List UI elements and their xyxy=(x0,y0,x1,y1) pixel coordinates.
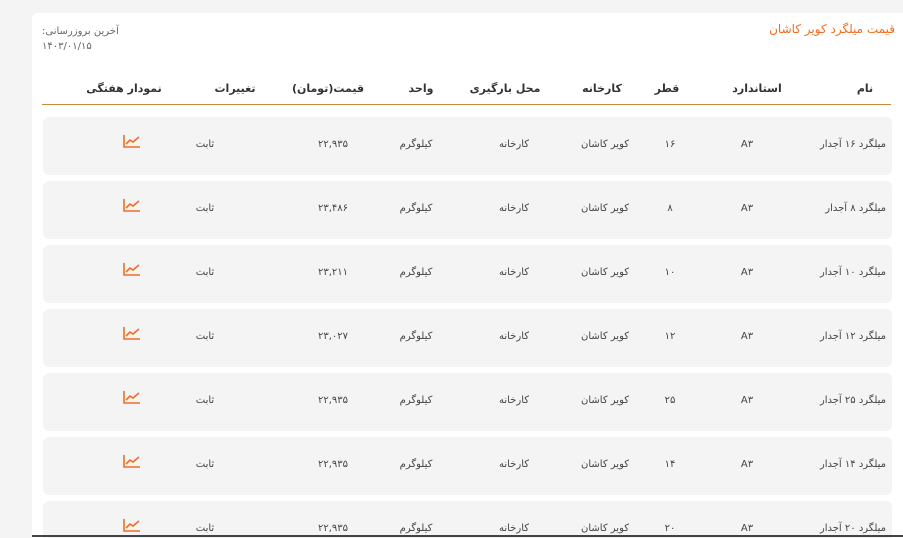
header-loading-place: محل بارگیری xyxy=(469,82,541,95)
page-title: قیمت میلگرد کویر کاشان xyxy=(769,22,895,36)
cell-standard: A۳ xyxy=(740,331,754,342)
cell-price: ۲۲,۹۳۵ xyxy=(317,523,349,534)
cell-change: ثابت xyxy=(195,523,215,534)
cell-loading-place: کارخانه xyxy=(498,523,530,534)
cell-unit: کیلوگرم xyxy=(399,395,433,406)
cell-loading-place: کارخانه xyxy=(498,267,530,278)
last-update-label: آخرین بروزرسانی: xyxy=(42,26,119,37)
cell-price: ۲۳,۰۲۷ xyxy=(317,331,349,342)
cell-change: ثابت xyxy=(195,331,215,342)
cell-name: میلگرد ۱۲ آجدار xyxy=(819,331,886,342)
cell-name: میلگرد ۲۵ آجدار xyxy=(819,395,886,406)
cell-name: میلگرد ۱۰ آجدار xyxy=(819,267,886,278)
cell-factory: کویر کاشان xyxy=(581,395,629,406)
table-row: میلگرد ۱۰ آجدار A۳ ۱۰ کویر کاشان کارخانه کیلو… xyxy=(43,245,892,303)
header-diameter: قطر xyxy=(654,82,680,95)
cell-diameter: ۱۰ xyxy=(664,267,676,278)
cell-factory: کویر کاشان xyxy=(581,139,629,150)
cell-factory: کویر کاشان xyxy=(581,203,629,214)
line-chart-icon[interactable] xyxy=(122,453,142,469)
cell-unit: کیلوگرم xyxy=(399,523,433,534)
cell-change: ثابت xyxy=(195,267,215,278)
cell-loading-place: کارخانه xyxy=(498,331,530,342)
cell-change: ثابت xyxy=(195,203,215,214)
cell-name: میلگرد ۱۶ آجدار xyxy=(819,139,886,150)
table-row: میلگرد ۸ آجدار A۳ ۸ کویر کاشان کارخانه کیلوگر… xyxy=(43,181,892,239)
cell-name: میلگرد ۲۰ آجدار xyxy=(819,523,886,534)
line-chart-icon[interactable] xyxy=(122,261,142,277)
cell-price: ۲۲,۹۳۵ xyxy=(317,395,349,406)
price-table-card: قیمت میلگرد کویر کاشان آخرین بروزرسانی: … xyxy=(32,13,903,538)
cell-standard: A۳ xyxy=(740,395,754,406)
table-row: میلگرد ۱۲ آجدار A۳ ۱۲ کویر کاشان کارخانه کیلو… xyxy=(43,309,892,367)
bottom-divider xyxy=(32,535,903,537)
table-header: نام استاندارد قطر کارخانه محل بارگیری وا… xyxy=(42,74,891,105)
cell-price: ۲۲,۹۳۵ xyxy=(317,459,349,470)
cell-factory: کویر کاشان xyxy=(581,523,629,534)
last-update: آخرین بروزرسانی: ۱۴۰۳/۰۱/۱۵ xyxy=(42,24,119,54)
header-unit: واحد xyxy=(408,82,434,95)
cell-name: میلگرد ۱۴ آجدار xyxy=(819,459,886,470)
line-chart-icon[interactable] xyxy=(122,389,142,405)
cell-name: میلگرد ۸ آجدار xyxy=(825,203,886,214)
cell-diameter: ۱۴ xyxy=(664,459,676,470)
header-weekly-chart: نمودار هفتگی xyxy=(86,82,162,95)
cell-standard: A۳ xyxy=(740,523,754,534)
cell-price: ۲۳,۴۸۶ xyxy=(317,203,349,214)
cell-unit: کیلوگرم xyxy=(399,459,433,470)
cell-factory: کویر کاشان xyxy=(581,459,629,470)
header-name: نام xyxy=(856,82,874,95)
header-changes: تغییرات xyxy=(214,82,256,95)
header-standard: استاندارد xyxy=(732,82,782,95)
cell-price: ۲۲,۹۳۵ xyxy=(317,139,349,150)
table-row: میلگرد ۲۵ آجدار A۳ ۲۵ کویر کاشان کارخانه کیلو… xyxy=(43,373,892,431)
cell-factory: کویر کاشان xyxy=(581,331,629,342)
cell-standard: A۳ xyxy=(740,459,754,470)
table-row: میلگرد ۱۴ آجدار A۳ ۱۴ کویر کاشان کارخانه کیلو… xyxy=(43,437,892,495)
line-chart-icon[interactable] xyxy=(122,197,142,213)
header-price: قیمت(تومان) xyxy=(291,82,365,95)
cell-unit: کیلوگرم xyxy=(399,331,433,342)
table-row: میلگرد ۱۶ آجدار A۳ ۱۶ کویر کاشان کارخانه کیلو… xyxy=(43,117,892,175)
cell-diameter: ۱۶ xyxy=(664,139,676,150)
cell-standard: A۳ xyxy=(740,267,754,278)
cell-change: ثابت xyxy=(195,139,215,150)
cell-diameter: ۸ xyxy=(667,203,673,214)
cell-unit: کیلوگرم xyxy=(399,139,433,150)
cell-diameter: ۲۵ xyxy=(664,395,676,406)
cell-price: ۲۳,۲۱۱ xyxy=(317,267,349,278)
cell-change: ثابت xyxy=(195,395,215,406)
cell-diameter: ۱۲ xyxy=(664,331,676,342)
cell-loading-place: کارخانه xyxy=(498,203,530,214)
cell-unit: کیلوگرم xyxy=(399,203,433,214)
cell-standard: A۳ xyxy=(740,203,754,214)
last-update-date: ۱۴۰۳/۰۱/۱۵ xyxy=(42,41,92,52)
line-chart-icon[interactable] xyxy=(122,133,142,149)
cell-loading-place: کارخانه xyxy=(498,395,530,406)
header-factory: کارخانه xyxy=(582,82,622,95)
cell-unit: کیلوگرم xyxy=(399,267,433,278)
cell-standard: A۳ xyxy=(740,139,754,150)
cell-loading-place: کارخانه xyxy=(498,459,530,470)
table-row: میلگرد ۲۰ آجدار A۳ ۲۰ کویر کاشان کارخانه کیلو… xyxy=(43,501,892,538)
cell-factory: کویر کاشان xyxy=(581,267,629,278)
line-chart-icon[interactable] xyxy=(122,325,142,341)
cell-loading-place: کارخانه xyxy=(498,139,530,150)
cell-change: ثابت xyxy=(195,459,215,470)
line-chart-icon[interactable] xyxy=(122,517,142,533)
cell-diameter: ۲۰ xyxy=(664,523,676,534)
